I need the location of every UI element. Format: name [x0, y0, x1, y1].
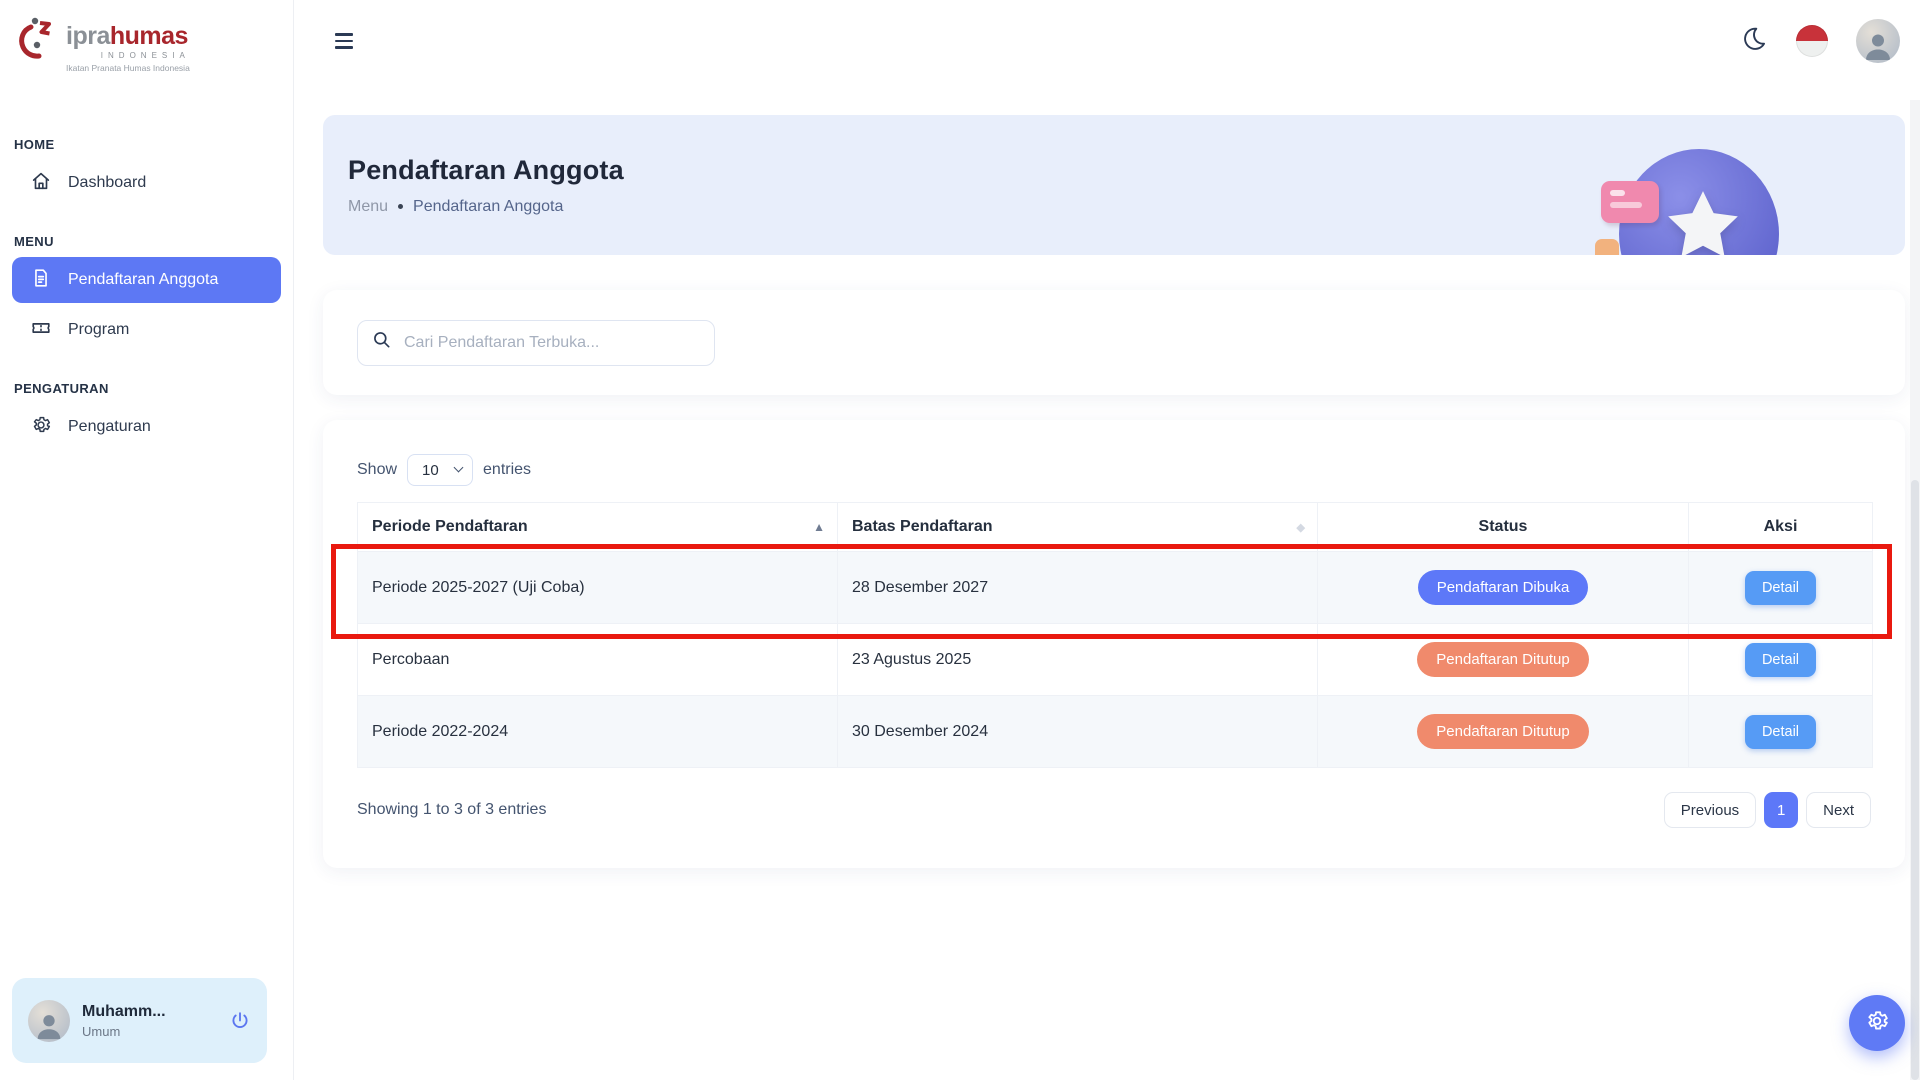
sidebar: iprahumas INDONESIA Ikatan Pranata Humas…	[0, 0, 294, 1080]
sort-asc-icon[interactable]: ▲	[813, 520, 825, 534]
table-footer: Showing 1 to 3 of 3 entries Previous 1 N…	[357, 792, 1871, 828]
page-size-select[interactable]: 10	[407, 454, 473, 486]
status-badge: Pendaftaran Ditutup	[1417, 714, 1588, 749]
user-role: Umum	[82, 1024, 166, 1039]
sidebar-item-label: Program	[68, 321, 129, 339]
brand-subtitle: INDONESIA	[66, 51, 190, 60]
cell-periode: Periode 2022-2024	[358, 696, 838, 768]
previous-page-button[interactable]: Previous	[1664, 792, 1756, 828]
table-row: Periode 2022-2024 30 Desember 2024 Penda…	[358, 696, 1873, 768]
section-label-pengaturan: PENGATURAN	[0, 381, 293, 396]
power-icon[interactable]	[229, 1010, 251, 1032]
user-avatar[interactable]	[1856, 19, 1900, 63]
hero-illustration	[1609, 143, 1787, 255]
illustration-card	[1601, 181, 1659, 223]
user-name: Muhamm...	[82, 1003, 166, 1021]
breadcrumb-current: Pendaftaran Anggota	[413, 198, 563, 216]
status-badge: Pendaftaran Dibuka	[1418, 570, 1589, 605]
moon-icon[interactable]	[1741, 25, 1768, 57]
table-row: Percobaan 23 Agustus 2025 Pendaftaran Di…	[358, 624, 1873, 696]
sidebar-user-card[interactable]: Muhamm... Umum	[12, 978, 267, 1063]
pagination: Previous 1 Next	[1664, 792, 1871, 828]
sidebar-nav: HOME Dashboard MENU Pendaftaran Anggota	[0, 73, 293, 450]
sort-icon[interactable]: ◆	[1297, 521, 1305, 534]
section-label-menu: MENU	[0, 234, 293, 249]
page-size-control: Show 10 entries	[357, 454, 1871, 486]
brand-tagline: Ikatan Pranata Humas Indonesia	[66, 63, 190, 73]
hero-banner: Pendaftaran Anggota Menu Pendaftaran Ang…	[323, 115, 1905, 255]
topbar	[295, 0, 1920, 82]
cell-periode: Periode 2025-2027 (Uji Coba)	[358, 552, 838, 624]
column-header-batas[interactable]: Batas Pendaftaran◆	[838, 503, 1318, 552]
breadcrumb-root[interactable]: Menu	[348, 198, 388, 216]
indonesia-flag-icon[interactable]	[1796, 25, 1828, 57]
gear-icon	[1864, 1008, 1890, 1039]
section-label-home: HOME	[0, 137, 293, 152]
user-info: Muhamm... Umum	[82, 1003, 166, 1039]
brand-logo[interactable]: iprahumas INDONESIA Ikatan Pranata Humas…	[0, 0, 293, 73]
detail-button[interactable]: Detail	[1745, 715, 1816, 749]
user-avatar	[28, 1000, 70, 1042]
status-badge: Pendaftaran Ditutup	[1417, 642, 1588, 677]
table-header-row: Periode Pendaftaran▲ Batas Pendaftaran◆ …	[358, 503, 1873, 552]
star-icon	[1657, 183, 1749, 255]
scrollbar-thumb[interactable]	[1911, 480, 1919, 1080]
entries-summary: Showing 1 to 3 of 3 entries	[357, 801, 546, 819]
brand-text: iprahumas INDONESIA Ikatan Pranata Humas…	[66, 14, 190, 73]
settings-fab-button[interactable]	[1849, 995, 1905, 1051]
gear-icon	[30, 414, 52, 441]
brand-name-gray: ipra	[66, 22, 110, 50]
sidebar-item-pendaftaran-anggota[interactable]: Pendaftaran Anggota	[12, 257, 281, 303]
show-label: Show	[357, 461, 397, 479]
search-card	[323, 290, 1905, 395]
page-number-current[interactable]: 1	[1764, 792, 1798, 828]
registrations-card: Show 10 entries Periode Pendaftaran▲	[323, 420, 1905, 868]
illustration-orange-cube	[1595, 239, 1619, 255]
detail-button[interactable]: Detail	[1745, 571, 1816, 605]
page-size-select-wrap: 10	[407, 454, 473, 486]
home-icon	[30, 170, 52, 197]
column-header-periode[interactable]: Periode Pendaftaran▲	[358, 503, 838, 552]
registrations-table: Periode Pendaftaran▲ Batas Pendaftaran◆ …	[357, 502, 1873, 768]
search-box[interactable]	[357, 320, 715, 366]
detail-button[interactable]: Detail	[1745, 643, 1816, 677]
entries-label: entries	[483, 461, 531, 479]
column-header-aksi[interactable]: Aksi	[1689, 503, 1873, 552]
table-row: Periode 2025-2027 (Uji Coba) 28 Desember…	[358, 552, 1873, 624]
menu-icon[interactable]	[335, 33, 353, 49]
ticket-icon	[30, 317, 52, 344]
brand-logo-icon	[16, 14, 58, 73]
cell-batas: 23 Agustus 2025	[838, 624, 1318, 696]
search-input[interactable]	[404, 334, 700, 352]
cell-batas: 30 Desember 2024	[838, 696, 1318, 768]
sidebar-item-program[interactable]: Program	[12, 307, 281, 353]
sidebar-item-label: Pengaturan	[68, 418, 151, 436]
sidebar-item-pengaturan[interactable]: Pengaturan	[12, 404, 281, 450]
document-icon	[30, 267, 52, 294]
next-page-button[interactable]: Next	[1806, 792, 1871, 828]
main-area: Pendaftaran Anggota Menu Pendaftaran Ang…	[295, 0, 1920, 868]
topbar-actions	[1741, 19, 1900, 63]
page-content: Pendaftaran Anggota Menu Pendaftaran Ang…	[295, 115, 1920, 868]
cell-batas: 28 Desember 2027	[838, 552, 1318, 624]
sidebar-item-label: Pendaftaran Anggota	[68, 271, 218, 289]
scrollbar[interactable]	[1910, 100, 1920, 1080]
column-header-status[interactable]: Status	[1318, 503, 1689, 552]
breadcrumb-separator	[398, 204, 403, 209]
sidebar-item-dashboard[interactable]: Dashboard	[12, 160, 281, 206]
search-icon	[372, 330, 392, 355]
sidebar-item-label: Dashboard	[68, 174, 146, 192]
brand-name-red: humas	[110, 22, 188, 50]
cell-periode: Percobaan	[358, 624, 838, 696]
